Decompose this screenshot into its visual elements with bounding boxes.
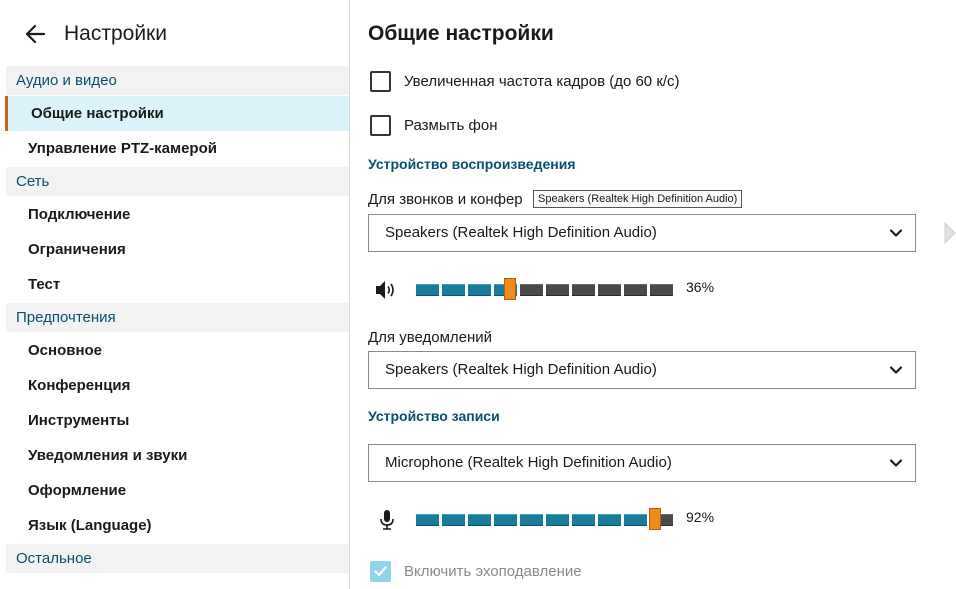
volume-segment xyxy=(598,284,621,296)
sidebar-header: Настройки xyxy=(0,0,349,66)
volume-segment xyxy=(572,514,595,526)
volume-thumb[interactable] xyxy=(649,508,662,530)
volume-segment xyxy=(416,514,439,526)
notifications-speaker-select[interactable]: Speakers (Realtek High Definition Audio) xyxy=(368,351,916,389)
checkbox-box xyxy=(370,71,391,92)
page-title: Общие настройки xyxy=(368,22,554,45)
volume-segment xyxy=(468,514,491,526)
microphone-select[interactable]: Microphone (Realtek High Definition Audi… xyxy=(368,444,916,482)
volume-segment xyxy=(442,514,465,526)
section-preferences: Предпочтения xyxy=(6,303,349,332)
sidebar-item-appearance[interactable]: Оформление xyxy=(0,473,349,508)
calls-label: Для звонков и конфер xyxy=(368,191,523,208)
sidebar-item-general[interactable]: Общие настройки xyxy=(5,96,349,131)
back-arrow-icon xyxy=(25,24,46,44)
chevron-down-icon xyxy=(889,366,903,374)
frame-rate-label: Увеличенная частота кадров (до 60 к/с) xyxy=(404,73,680,90)
sidebar-title: Настройки xyxy=(64,22,167,45)
volume-segment xyxy=(520,514,543,526)
sidebar-item-limits[interactable]: Ограничения xyxy=(0,232,349,267)
volume-segment xyxy=(520,284,543,296)
notifications-label: Для уведомлений xyxy=(368,329,493,346)
microphone-volume-meter: 92% xyxy=(368,508,728,532)
volume-segment xyxy=(494,514,517,526)
back-button[interactable] xyxy=(22,20,50,48)
sidebar-item-conference[interactable]: Конференция xyxy=(0,368,349,403)
checkbox-box xyxy=(370,561,391,582)
volume-segment xyxy=(624,284,647,296)
volume-segment xyxy=(572,284,595,296)
volume-segment xyxy=(546,284,569,296)
checkbox-box xyxy=(370,115,391,136)
sidebar-item-test[interactable]: Тест xyxy=(0,267,349,302)
chevron-down-icon xyxy=(889,229,903,237)
frame-rate-checkbox[interactable]: Увеличенная частота кадров (до 60 к/с) xyxy=(370,71,770,93)
sidebar-item-notifications[interactable]: Уведомления и звуки xyxy=(0,438,349,473)
blur-background-checkbox[interactable]: Размыть фон xyxy=(370,115,570,137)
volume-segment xyxy=(468,284,491,296)
device-tooltip: Speakers (Realtek High Definition Audio) xyxy=(533,190,743,208)
echo-cancellation-label: Включить эхоподавление xyxy=(404,563,582,580)
volume-segment xyxy=(416,284,439,296)
volume-segment xyxy=(598,514,621,526)
scroll-right-icon[interactable] xyxy=(944,222,956,244)
playback-device-heading: Устройство воспроизведения xyxy=(368,156,576,172)
sidebar-item-basic[interactable]: Основное xyxy=(0,333,349,368)
volume-segment xyxy=(546,514,569,526)
echo-cancellation-checkbox[interactable]: Включить эхоподавление xyxy=(370,561,630,583)
blur-background-label: Размыть фон xyxy=(404,117,498,134)
recording-device-heading: Устройство записи xyxy=(368,408,500,424)
volume-segment xyxy=(442,284,465,296)
speaker-volume-meter: 36% xyxy=(368,278,728,302)
check-icon xyxy=(374,566,387,577)
calls-speaker-select[interactable]: Speakers (Realtek High Definition Audio) xyxy=(368,214,916,252)
volume-thumb[interactable] xyxy=(503,278,516,300)
sidebar: Настройки Аудио и видео Общие настройки … xyxy=(0,0,350,589)
microphone-value: Microphone (Realtek High Definition Audi… xyxy=(385,454,672,471)
microphone-icon xyxy=(380,510,394,530)
sidebar-item-ptz[interactable]: Управление PTZ-камерой xyxy=(0,131,349,166)
notifications-speaker-value: Speakers (Realtek High Definition Audio) xyxy=(385,361,657,378)
sidebar-item-language[interactable]: Язык (Language) xyxy=(0,508,349,543)
section-network: Сеть xyxy=(6,167,349,196)
section-audio-video: Аудио и видео xyxy=(6,66,349,95)
sidebar-item-tools[interactable]: Инструменты xyxy=(0,403,349,438)
microphone-volume-value: 92% xyxy=(686,509,715,525)
speaker-volume-value: 36% xyxy=(686,279,715,295)
sidebar-item-connection[interactable]: Подключение xyxy=(0,197,349,232)
speaker-icon xyxy=(376,281,394,299)
volume-segment xyxy=(650,284,673,296)
settings-panel: Общие настройки Увеличенная частота кадр… xyxy=(350,0,956,589)
calls-speaker-value: Speakers (Realtek High Definition Audio) xyxy=(385,224,657,241)
chevron-down-icon xyxy=(889,459,903,467)
section-other: Остальное xyxy=(6,544,349,573)
volume-segment xyxy=(624,514,647,526)
